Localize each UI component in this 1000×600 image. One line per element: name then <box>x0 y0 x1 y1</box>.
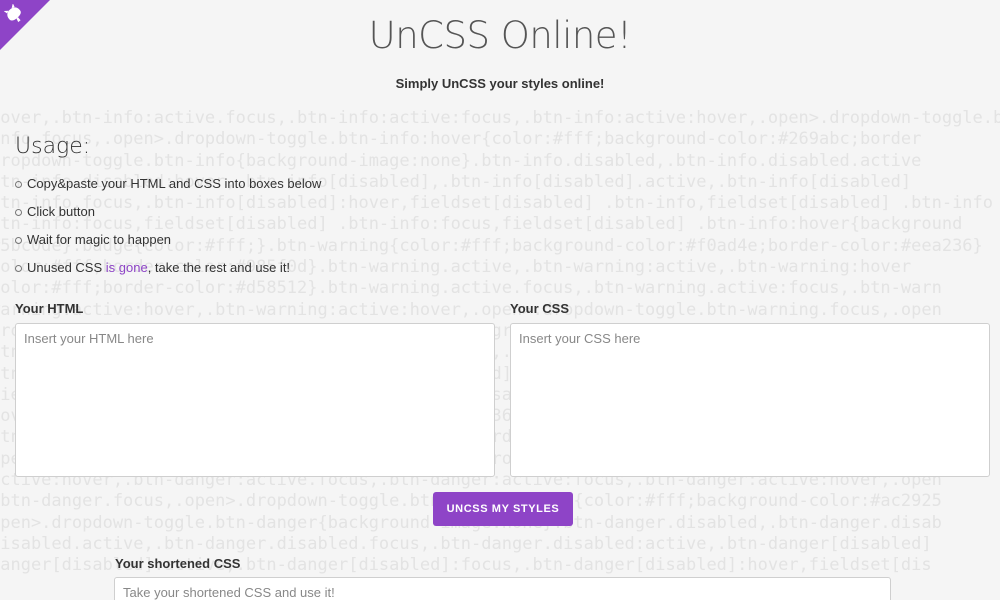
usage-step-text: Copy&paste your HTML and CSS into boxes … <box>27 176 322 191</box>
page-title: UnCSS Online! <box>368 14 632 57</box>
background-code-line: hover,.btn-info:active.focus,.btn-info:a… <box>0 108 1000 128</box>
output-textarea[interactable] <box>114 577 891 600</box>
usage-step-text: , take the rest and use it! <box>147 260 291 275</box>
usage-step: Unused CSS is gone, take the rest and us… <box>15 260 321 288</box>
html-input-textarea[interactable] <box>15 323 495 477</box>
background-code-line: dropdown-toggle.btn-info{background-imag… <box>0 150 922 171</box>
background-code-line: info.focus,.open>.dropdown-toggle.btn-in… <box>0 129 922 150</box>
usage-step: Copy&paste your HTML and CSS into boxes … <box>15 176 321 204</box>
usage-step-text: Wait for magic to happen <box>27 232 172 247</box>
usage-step-text: Unused CSS <box>27 260 106 275</box>
css-input-label: Your CSS <box>510 301 569 316</box>
page-subtitle: Simply UnCSS your styles online! <box>395 76 605 91</box>
usage-step: Click button <box>15 204 321 232</box>
is-gone-link[interactable]: is gone <box>106 260 148 275</box>
uncss-submit-button[interactable]: UNCSS MY STYLES <box>433 492 573 526</box>
usage-list: Copy&paste your HTML and CSS into boxes … <box>15 176 321 288</box>
background-code-line: warning.active:hover,.btn-warning:active… <box>0 299 942 320</box>
css-input-textarea[interactable] <box>510 323 990 477</box>
usage-step-text: Click button <box>27 204 95 219</box>
usage-step: Wait for magic to happen <box>15 232 321 260</box>
background-code-line: disabled.active,.btn-danger.disabled.foc… <box>0 533 932 554</box>
usage-heading: Usage: <box>15 134 91 159</box>
html-input-label: Your HTML <box>15 301 84 316</box>
output-label: Your shortened CSS <box>115 556 241 571</box>
